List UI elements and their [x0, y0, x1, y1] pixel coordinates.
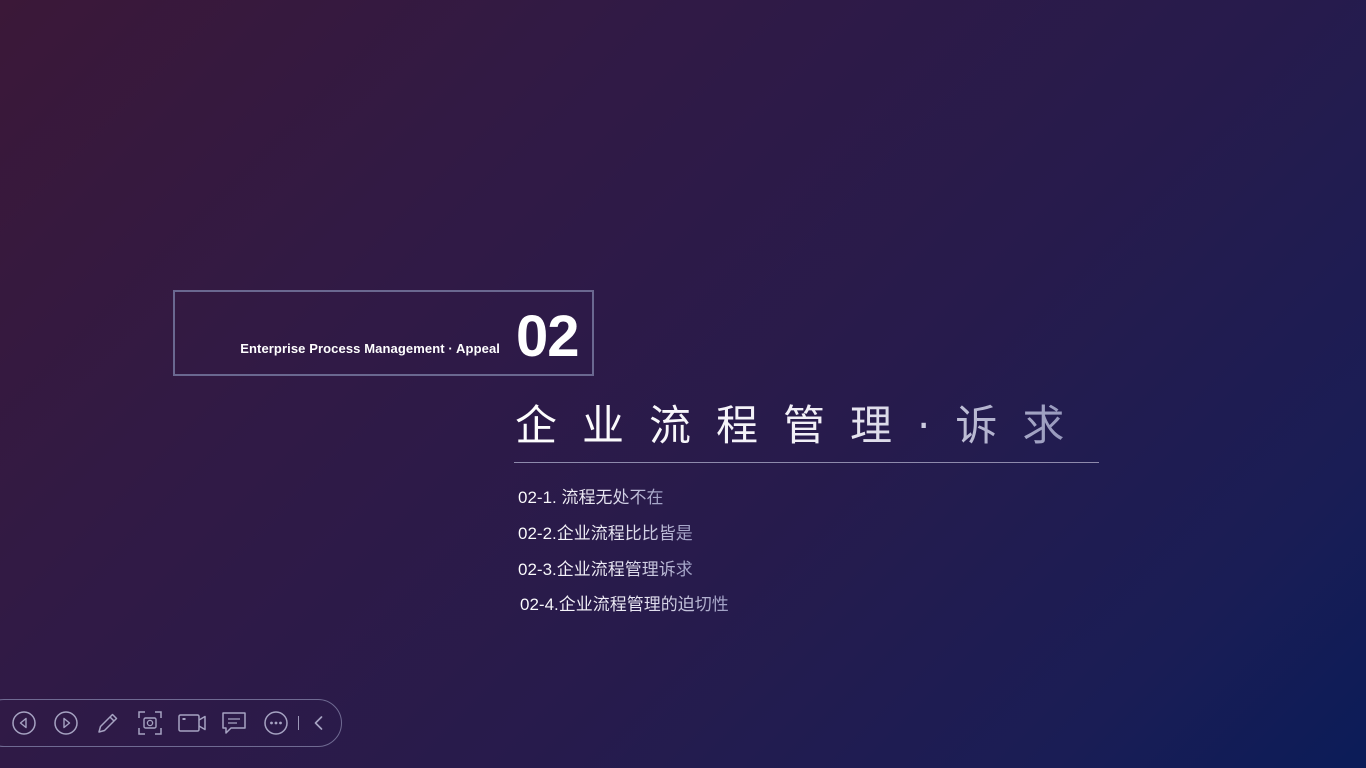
- more-icon: [263, 710, 289, 736]
- more-button[interactable]: [261, 708, 291, 738]
- next-slide-button[interactable]: [51, 708, 81, 738]
- section-number: 02: [516, 304, 580, 369]
- slide: Enterprise Process Management · Appeal 0…: [0, 0, 1366, 768]
- toc-item-4: 02-4.企业流程管理的迫切性: [520, 595, 729, 614]
- section-title-frame: Enterprise Process Management · Appeal 0…: [173, 290, 594, 376]
- next-icon: [53, 710, 79, 736]
- title-divider: [514, 462, 1099, 463]
- camera-icon: [177, 711, 207, 735]
- previous-slide-button[interactable]: [9, 708, 39, 738]
- collapse-toolbar-button[interactable]: [304, 708, 334, 738]
- toolbar-separator: [298, 716, 299, 730]
- camera-button[interactable]: [176, 708, 208, 738]
- main-title: 企业流程管理·诉求: [515, 398, 1089, 454]
- english-subtitle: Enterprise Process Management · Appeal: [240, 341, 500, 356]
- comment-button[interactable]: [219, 708, 249, 738]
- toc-item-1: 02-1. 流程无处不在: [518, 488, 664, 507]
- pen-tool-button[interactable]: [93, 708, 123, 738]
- toc-item-3: 02-3.企业流程管理诉求: [518, 560, 693, 579]
- comment-icon: [220, 709, 248, 737]
- collapse-icon: [309, 713, 329, 733]
- pen-icon: [94, 709, 122, 737]
- toc-item-2: 02-2.企业流程比比皆是: [518, 524, 693, 543]
- screenshot-button[interactable]: [135, 708, 165, 738]
- previous-icon: [11, 710, 37, 736]
- screenshot-icon: [136, 709, 164, 737]
